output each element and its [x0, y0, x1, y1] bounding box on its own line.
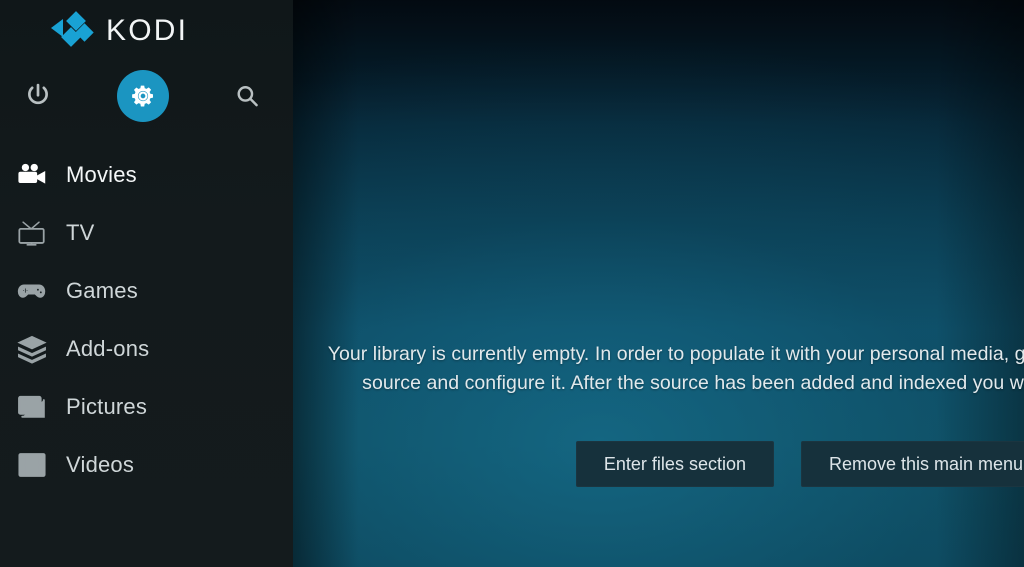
gear-icon	[117, 70, 169, 122]
empty-library-actions: Enter files section Remove this main men…	[293, 441, 1024, 487]
sidebar-item-games[interactable]: Games	[0, 262, 293, 320]
sidebar-item-label: Movies	[66, 162, 137, 187]
empty-library-message: Your library is currently empty. In orde…	[327, 343, 1024, 394]
gamepad-icon	[6, 276, 58, 306]
empty-library-block: Your library is currently empty. In orde…	[293, 340, 1024, 397]
sidebar: KODI Movies TV Games Add-ons Pictures Vi…	[0, 0, 293, 567]
remove-main-menu-item-button[interactable]: Remove this main menu item	[800, 441, 1024, 487]
sidebar-item-pictures[interactable]: Pictures	[0, 378, 293, 436]
app-logo: KODI	[0, 0, 293, 62]
main-content-inner: Your library is currently empty. In orde…	[293, 0, 1024, 567]
television-icon	[6, 218, 58, 248]
movie-camera-icon	[6, 160, 58, 190]
sidebar-item-label: Pictures	[66, 394, 148, 419]
sidebar-item-label: Add-ons	[66, 336, 150, 361]
addons-box-icon	[6, 334, 58, 364]
search-icon	[233, 82, 261, 110]
app-logo-text: KODI	[106, 14, 189, 47]
sidebar-item-movies[interactable]: Movies	[0, 146, 293, 204]
settings-button[interactable]	[113, 66, 173, 126]
enter-files-section-button[interactable]: Enter files section	[575, 441, 774, 487]
sidebar-item-label: TV	[66, 220, 95, 245]
film-strip-icon	[6, 450, 58, 480]
power-icon	[24, 82, 52, 110]
main-menu: Movies TV Games Add-ons Pictures Videos	[0, 146, 293, 494]
search-button[interactable]	[217, 66, 277, 126]
sidebar-item-add-ons[interactable]: Add-ons	[0, 320, 293, 378]
sidebar-item-label: Games	[66, 278, 138, 303]
main-content-area: Your library is currently empty. In orde…	[293, 0, 1024, 567]
sidebar-item-videos[interactable]: Videos	[0, 436, 293, 494]
kodi-logo-icon	[48, 11, 94, 51]
kodi-window: Your library is currently empty. In orde…	[0, 0, 1024, 567]
sidebar-item-tv[interactable]: TV	[0, 204, 293, 262]
sidebar-item-label: Videos	[66, 452, 135, 477]
quick-action-bar	[0, 66, 293, 126]
power-button[interactable]	[8, 66, 68, 126]
picture-icon	[6, 392, 58, 422]
